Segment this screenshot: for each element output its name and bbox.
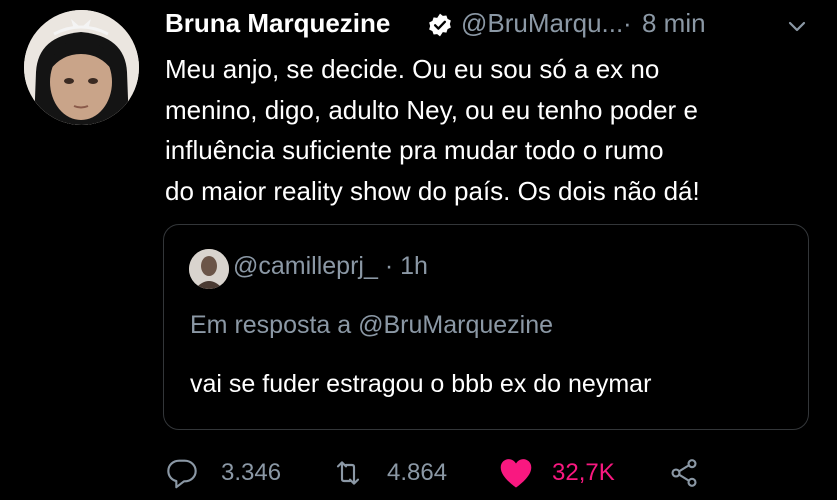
tweet-header: Bruna Marquezine @BruMarqu... · 8 min <box>165 8 825 42</box>
tweet-text: Meu anjo, se decide. Ou eu sou só a ex n… <box>165 49 820 211</box>
quoted-tweet-text: vai se fuder estragou o bbb ex do neymar <box>190 370 652 398</box>
quoted-author-avatar <box>189 249 229 289</box>
retweet-icon <box>336 461 360 485</box>
retweet-count: 4.864 <box>387 459 448 486</box>
heart-filled-icon <box>500 459 532 488</box>
tweet-text-line: do maior reality show do país. Os dois n… <box>165 175 700 206</box>
like-button[interactable]: 32,7K <box>498 455 638 491</box>
reply-button[interactable]: 3.346 <box>165 455 295 491</box>
tweet-text-line: influência suficiente pra mudar todo o r… <box>165 135 664 165</box>
tweet-actions: 3.346 4.864 32,7K <box>165 455 825 491</box>
quoted-separator: · <box>384 252 394 280</box>
like-count: 32,7K <box>552 459 615 486</box>
author-name[interactable]: Bruna Marquezine <box>165 8 390 39</box>
quoted-time: 1h <box>400 252 428 280</box>
share-button[interactable] <box>667 455 707 491</box>
chevron-down-icon[interactable] <box>788 20 806 32</box>
quoted-tweet-card[interactable]: @camilleprj_ · 1h Em resposta a @BruMarq… <box>163 224 809 430</box>
reply-count: 3.346 <box>221 459 282 486</box>
reply-to-label: Em resposta a @BruMarquezine <box>190 311 554 339</box>
tweet-timestamp[interactable]: 8 min <box>642 8 706 39</box>
retweet-button[interactable]: 4.864 <box>331 455 471 491</box>
verified-badge-icon <box>427 12 453 38</box>
share-icon <box>671 459 697 487</box>
tweet-text-line: Meu anjo, se decide. Ou eu sou só a ex n… <box>165 54 660 84</box>
quoted-handle-text: @camilleprj_ <box>233 252 378 280</box>
tweet-text-line: menino, digo, adulto Ney, ou eu tenho po… <box>165 94 698 125</box>
separator-dot: · <box>623 8 632 38</box>
author-avatar[interactable] <box>24 10 139 125</box>
author-handle[interactable]: @BruMarqu... <box>461 8 623 39</box>
quoted-handle: @camilleprj_ · 1h <box>233 252 428 281</box>
reply-bubble-icon <box>167 459 197 489</box>
